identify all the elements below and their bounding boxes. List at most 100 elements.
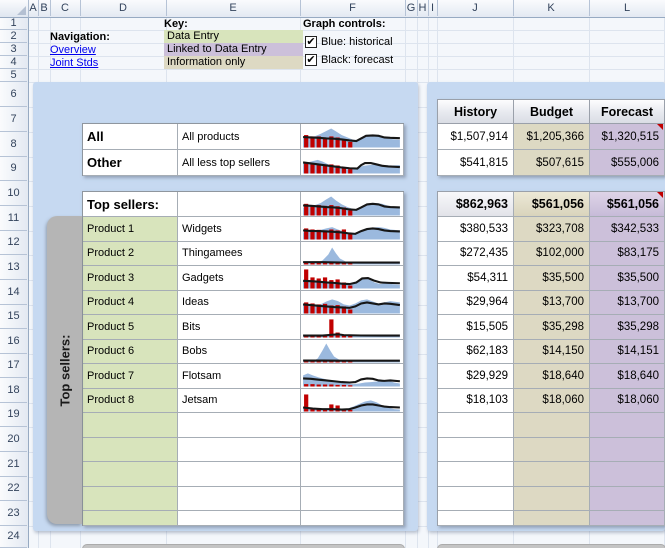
cell-product-2-budget[interactable]: $102,000	[514, 241, 590, 266]
row-header-23[interactable]: 23	[0, 501, 27, 526]
cell-all-desc[interactable]: All products	[178, 124, 301, 150]
cell-product-5-sparkline[interactable]	[301, 315, 404, 340]
cell-product-2-forecast[interactable]: $83,175	[590, 241, 665, 266]
cell-all-sparkline[interactable]	[301, 124, 404, 150]
row-header-20[interactable]: 20	[0, 427, 27, 452]
cell-product-5-history[interactable]: $15,505	[438, 315, 514, 340]
cell-product-8-forecast[interactable]: $18,060	[590, 388, 665, 413]
cell-product-7-label[interactable]: Product 7	[83, 364, 178, 389]
row-header-3[interactable]: 3	[0, 43, 27, 56]
cell-empty[interactable]	[514, 413, 590, 438]
cell-top-sellers-sparkline[interactable]	[301, 192, 404, 217]
cell-total-history[interactable]: $862,963	[438, 192, 514, 217]
row-header-5[interactable]: 5	[0, 69, 27, 82]
cell-product-3-label[interactable]: Product 3	[83, 266, 178, 291]
cell-product-7-budget[interactable]: $18,640	[514, 364, 590, 389]
cell-other-forecast[interactable]: $555,006	[590, 150, 665, 176]
checkbox-blue-historical[interactable]: ✔	[305, 36, 317, 48]
cell-product-5-name[interactable]: Bits	[178, 315, 301, 340]
row-header-14[interactable]: 14	[0, 280, 27, 305]
row-header-7[interactable]: 7	[0, 107, 27, 132]
row-header-22[interactable]: 22	[0, 477, 27, 501]
cell-empty[interactable]	[178, 462, 301, 487]
column-header-L[interactable]: L	[589, 0, 665, 16]
nav-link-overview[interactable]: Overview	[50, 44, 96, 56]
cell-total-budget[interactable]: $561,056	[514, 192, 590, 217]
cell-other-sparkline[interactable]	[301, 150, 404, 176]
cell-product-2-history[interactable]: $272,435	[438, 241, 514, 266]
cell-product-4-sparkline[interactable]	[301, 290, 404, 315]
row-header-17[interactable]: 17	[0, 354, 27, 378]
row-header-18[interactable]: 18	[0, 378, 27, 403]
row-header-15[interactable]: 15	[0, 305, 27, 329]
cell-empty[interactable]	[301, 486, 404, 511]
cell-product-4-label[interactable]: Product 4	[83, 290, 178, 315]
cell-product-6-sparkline[interactable]	[301, 339, 404, 364]
header-forecast[interactable]: Forecast	[590, 100, 665, 124]
cell-empty[interactable]	[83, 462, 178, 487]
cell-total-forecast[interactable]: $561,056	[590, 192, 665, 217]
cell-product-1-name[interactable]: Widgets	[178, 217, 301, 242]
cell-empty[interactable]	[514, 511, 590, 526]
cell-product-2-name[interactable]: Thingamees	[178, 241, 301, 266]
cell-all-forecast[interactable]: $1,320,515	[590, 124, 665, 150]
row-header-12[interactable]: 12	[0, 231, 27, 255]
cell-product-6-label[interactable]: Product 6	[83, 339, 178, 364]
cell-all-budget[interactable]: $1,205,366	[514, 124, 590, 150]
cell-empty[interactable]	[438, 413, 514, 438]
cell-empty[interactable]	[301, 462, 404, 487]
column-header-D[interactable]: D	[80, 0, 167, 16]
cell-empty[interactable]	[590, 437, 665, 462]
cell-product-8-history[interactable]: $18,103	[438, 388, 514, 413]
cell-empty[interactable]	[83, 511, 178, 526]
cell-product-5-label[interactable]: Product 5	[83, 315, 178, 340]
cell-product-8-name[interactable]: Jetsam	[178, 388, 301, 413]
cell-empty[interactable]	[590, 462, 665, 487]
cell-empty[interactable]	[301, 511, 404, 526]
cell-empty[interactable]	[301, 413, 404, 438]
column-header-E[interactable]: E	[166, 0, 301, 16]
cell-empty[interactable]	[178, 413, 301, 438]
cell-empty[interactable]	[83, 437, 178, 462]
row-header-16[interactable]: 16	[0, 329, 27, 354]
cell-product-6-history[interactable]: $62,183	[438, 339, 514, 364]
column-header-K[interactable]: K	[513, 0, 590, 16]
cell-product-1-sparkline[interactable]	[301, 217, 404, 242]
cell-product-3-history[interactable]: $54,311	[438, 266, 514, 291]
cell-empty[interactable]	[590, 486, 665, 511]
cell-product-3-forecast[interactable]: $35,500	[590, 266, 665, 291]
row-header-4[interactable]: 4	[0, 56, 27, 69]
checkbox-black-forecast[interactable]: ✔	[305, 54, 317, 66]
cell-product-3-sparkline[interactable]	[301, 266, 404, 291]
cell-product-1-history[interactable]: $380,533	[438, 217, 514, 242]
cell-product-4-name[interactable]: Ideas	[178, 290, 301, 315]
cell-product-1-budget[interactable]: $323,708	[514, 217, 590, 242]
cell-empty[interactable]	[438, 462, 514, 487]
cell-empty[interactable]	[514, 437, 590, 462]
cell-product-3-name[interactable]: Gadgets	[178, 266, 301, 291]
cell-product-8-budget[interactable]: $18,060	[514, 388, 590, 413]
cell-product-2-sparkline[interactable]	[301, 241, 404, 266]
cell-other-label[interactable]: Other	[83, 150, 178, 176]
cell-product-7-history[interactable]: $29,929	[438, 364, 514, 389]
row-header-2[interactable]: 2	[0, 30, 27, 43]
select-all-corner[interactable]	[0, 0, 29, 18]
cell-other-desc[interactable]: All less top sellers	[178, 150, 301, 176]
cell-empty[interactable]	[178, 437, 301, 462]
row-header-13[interactable]: 13	[0, 255, 27, 280]
row-header-9[interactable]: 9	[0, 157, 27, 181]
cell-product-7-forecast[interactable]: $18,640	[590, 364, 665, 389]
row-header-19[interactable]: 19	[0, 403, 27, 427]
cell-product-7-sparkline[interactable]	[301, 364, 404, 389]
cell-product-3-budget[interactable]: $35,500	[514, 266, 590, 291]
cell-empty[interactable]	[83, 486, 178, 511]
cell-product-6-name[interactable]: Bobs	[178, 339, 301, 364]
cell-empty[interactable]	[438, 437, 514, 462]
cell-product-8-sparkline[interactable]	[301, 388, 404, 413]
row-header-8[interactable]: 8	[0, 132, 27, 157]
nav-link-joint-stds[interactable]: Joint Stds	[50, 57, 98, 69]
cell-product-7-name[interactable]: Flotsam	[178, 364, 301, 389]
row-header-21[interactable]: 21	[0, 452, 27, 477]
cell-product-5-forecast[interactable]: $35,298	[590, 315, 665, 340]
cell-product-6-budget[interactable]: $14,150	[514, 339, 590, 364]
